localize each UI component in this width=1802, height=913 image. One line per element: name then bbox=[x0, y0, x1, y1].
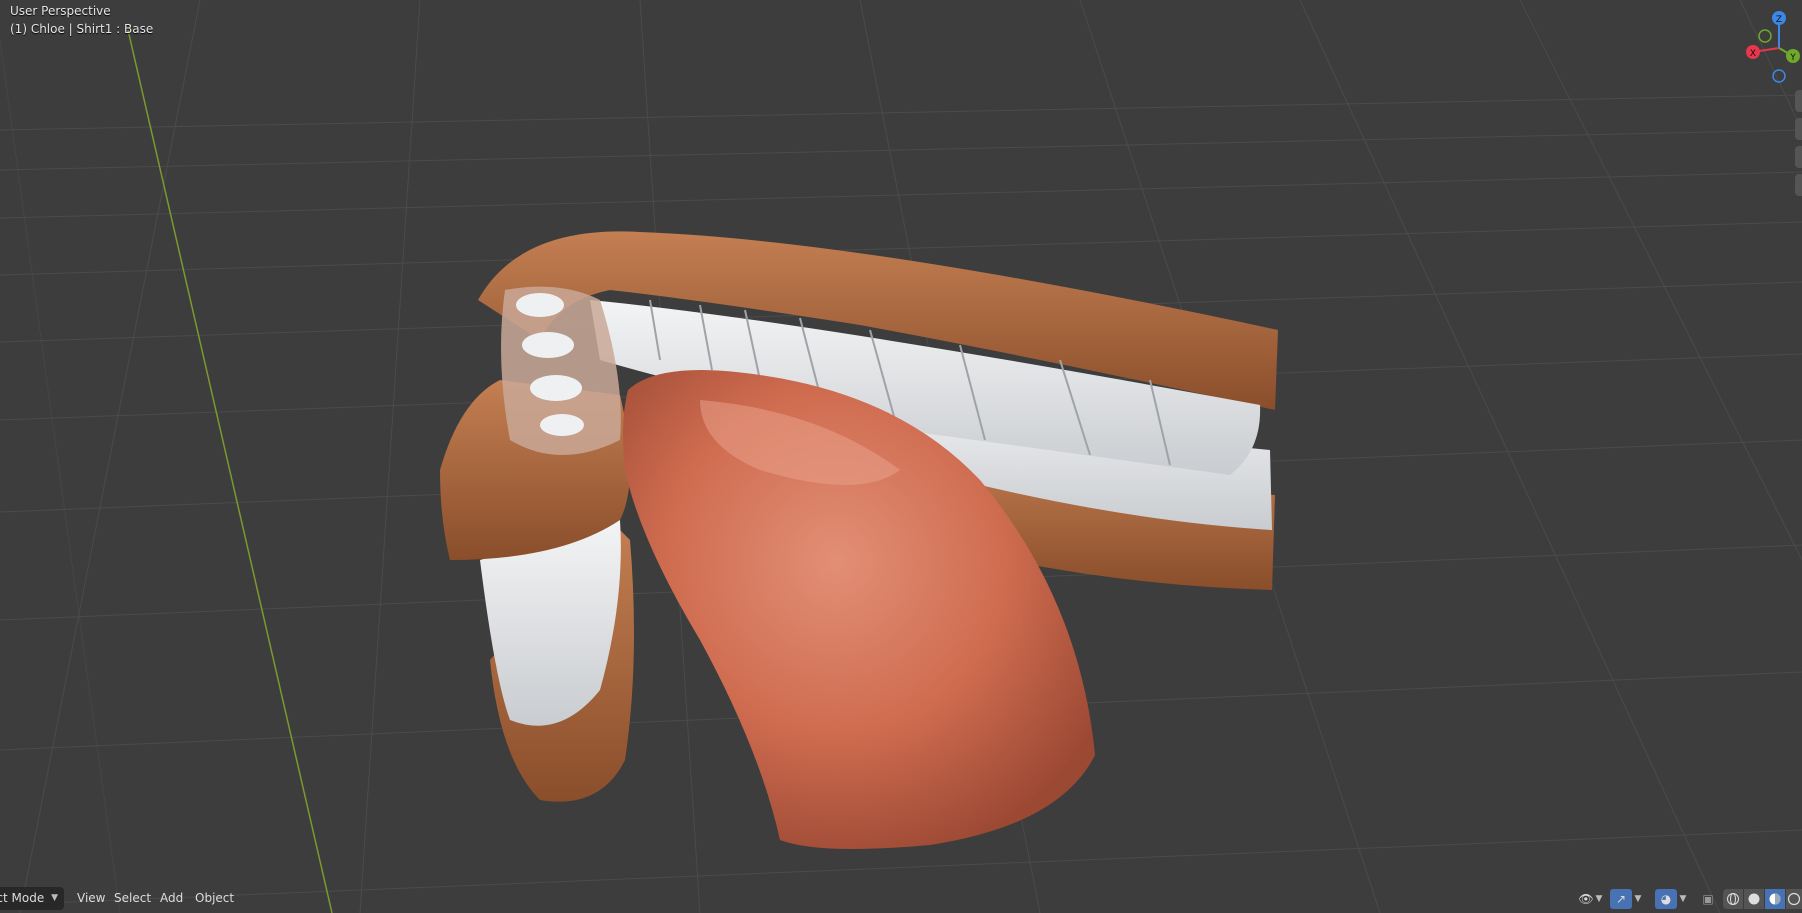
navigation-gizmo[interactable]: Z Y X bbox=[1735, 6, 1802, 86]
menu-add[interactable]: Add bbox=[153, 884, 190, 913]
x-axis-label: X bbox=[1750, 49, 1756, 59]
chevron-down-icon: ▼ bbox=[51, 893, 58, 903]
object-info-label: (1) Chloe | Shirt1 : Base bbox=[10, 22, 154, 36]
mode-select-dropdown[interactable]: ect Mode ▼ bbox=[0, 887, 64, 910]
visibility-dropdown-chevron-icon[interactable]: ▼ bbox=[1593, 889, 1605, 909]
gizmo-icon[interactable]: ↗ bbox=[1610, 889, 1632, 909]
overlay-icon[interactable]: ◕ bbox=[1655, 889, 1677, 909]
wireframe-shading-icon[interactable] bbox=[1723, 889, 1743, 909]
view-name-label: User Perspective bbox=[10, 4, 111, 18]
mouth-model[interactable] bbox=[440, 231, 1278, 849]
y-axis-label: Y bbox=[1789, 53, 1796, 63]
solid-shading-icon[interactable] bbox=[1744, 889, 1764, 909]
y-axis-line bbox=[127, 29, 333, 913]
neg-y-axis-handle[interactable] bbox=[1758, 29, 1772, 43]
menu-object[interactable]: Object bbox=[188, 884, 241, 913]
menu-select[interactable]: Select bbox=[107, 884, 158, 913]
z-axis-label: Z bbox=[1776, 15, 1782, 25]
zoom-tool-icon[interactable] bbox=[1795, 90, 1802, 112]
material-preview-shading-icon[interactable] bbox=[1765, 889, 1785, 909]
viewport-scene[interactable] bbox=[0, 0, 1802, 913]
ortho-toggle-icon[interactable] bbox=[1795, 174, 1802, 196]
gizmo-dropdown-chevron-icon[interactable]: ▼ bbox=[1632, 889, 1644, 909]
pan-tool-icon[interactable] bbox=[1795, 118, 1802, 140]
overlay-dropdown-chevron-icon[interactable]: ▼ bbox=[1677, 889, 1689, 909]
right-toolbar bbox=[1795, 90, 1802, 210]
neg-z-axis-handle[interactable] bbox=[1772, 69, 1786, 83]
3d-viewport[interactable]: User Perspective (1) Chloe | Shirt1 : Ba… bbox=[0, 0, 1802, 913]
viewport-header: ect Mode ▼ View Select Add Object 👁 ▼ ↗ … bbox=[0, 884, 1802, 913]
camera-view-icon[interactable] bbox=[1795, 146, 1802, 168]
rendered-shading-icon[interactable] bbox=[1786, 889, 1802, 909]
xray-icon[interactable]: ▣ bbox=[1697, 889, 1719, 909]
mode-select-label: ect Mode bbox=[0, 891, 45, 905]
